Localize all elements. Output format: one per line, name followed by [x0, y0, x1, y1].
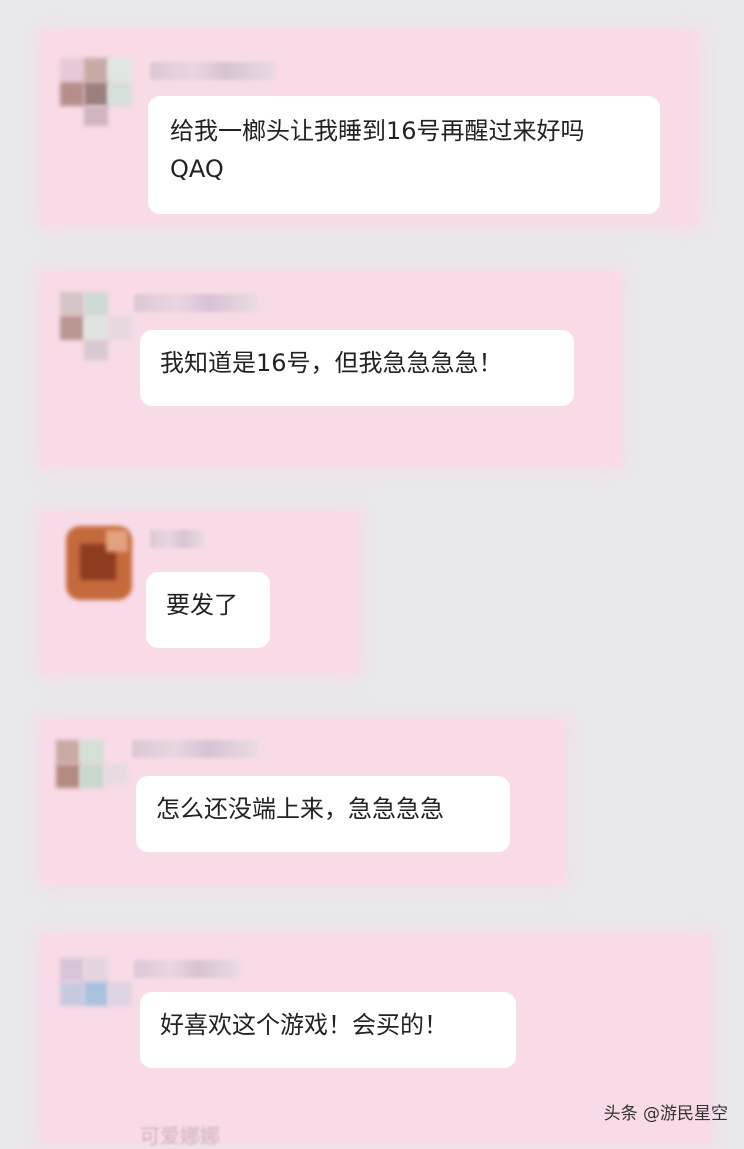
next-username-partial: 可爱娜娜 [140, 1124, 220, 1148]
message-bubble: 给我一榔头让我睡到16号再醒过来好吗QAQ [148, 96, 660, 214]
message-bubble: 怎么还没端上来，急急急急 [136, 776, 510, 852]
message-card-2: 我知道是16号，但我急急急急！ [40, 272, 622, 468]
message-bubble: 好喜欢这个游戏！会买的！ [140, 992, 516, 1068]
avatar-pixelated-1[interactable] [60, 58, 132, 130]
username-blurred [134, 960, 240, 978]
message-bubble: 要发了 [146, 572, 270, 648]
avatar-pixelated-5[interactable] [60, 958, 132, 1030]
avatar-pixelated-3[interactable] [66, 526, 132, 600]
username-blurred [150, 530, 204, 548]
message-card-4: 怎么还没端上来，急急急急 [40, 720, 566, 886]
username-blurred [132, 740, 258, 758]
avatar-pixelated-2[interactable] [60, 292, 132, 364]
avatar-pixelated-4[interactable] [56, 740, 128, 812]
username-blurred [150, 62, 276, 80]
message-bubble: 我知道是16号，但我急急急急！ [140, 330, 574, 406]
message-card-3: 要发了 [40, 512, 360, 674]
message-card-1: 给我一榔头让我睡到16号再醒过来好吗QAQ [40, 30, 700, 226]
watermark: 头条 @游民星空 [603, 1104, 728, 1124]
username-blurred [134, 294, 258, 312]
